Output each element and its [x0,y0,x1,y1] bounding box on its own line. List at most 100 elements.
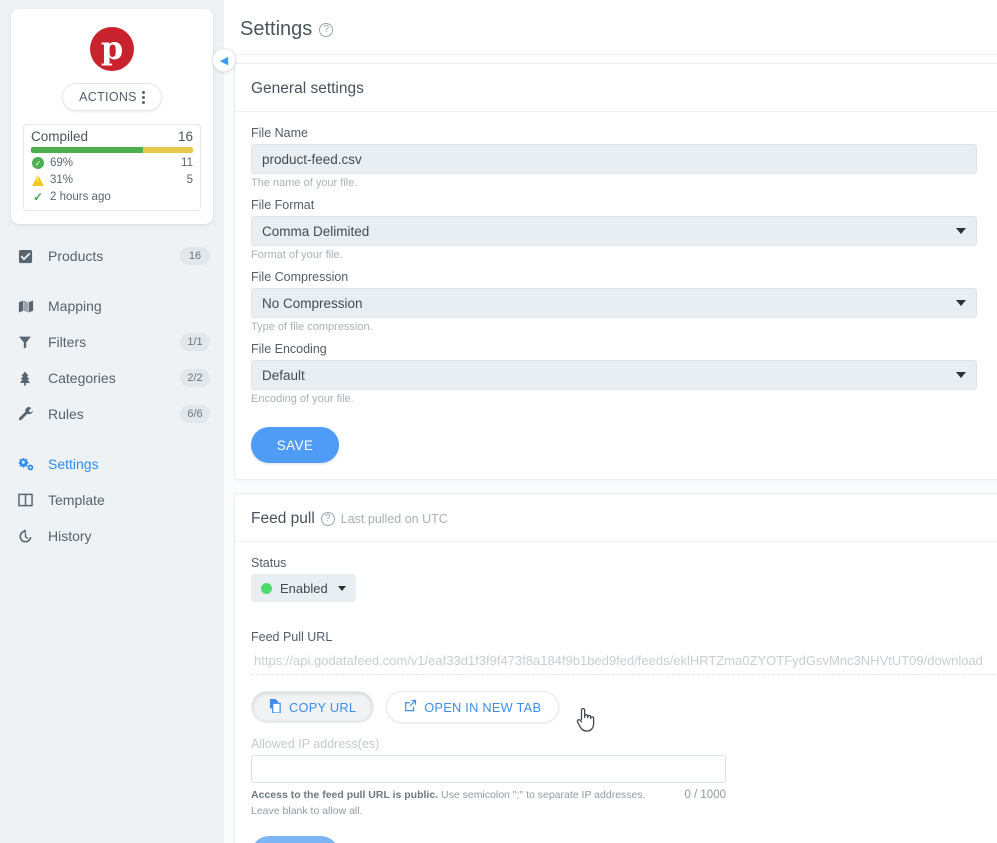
stat-warning-pct: 31% [50,174,187,186]
question-mark-icon[interactable]: ? [319,23,333,37]
sidebar-item-label: Categories [40,370,180,386]
field-label: File Name [251,126,997,140]
sidebar-item-label: Mapping [40,298,210,314]
progress-segment-warning [143,147,193,153]
compiled-stats-box: Compiled 16 ✓ 69% 11 31% 5 [23,124,201,211]
feed-pull-url-label: Feed Pull URL [251,630,997,644]
template-icon [18,493,40,507]
save-button[interactable]: SAVE [251,427,339,463]
sidebar-item-categories[interactable]: Categories 2/2 [0,360,224,396]
field-label: File Format [251,198,997,212]
feed-pull-button-row: COPY URL OPEN IN NEW TAB [251,691,997,723]
tree-icon [18,371,40,386]
copy-url-label: COPY URL [289,700,356,715]
sidebar-item-settings[interactable]: Settings [0,446,224,482]
compiled-progress-bar [31,147,193,153]
pinterest-logo: p [90,27,134,71]
field-file-compression: File Compression No Compression Type of … [251,270,997,333]
field-hint: Encoding of your file. [251,393,997,405]
field-label: File Encoding [251,342,997,356]
sidebar-item-label: History [40,528,210,544]
general-settings-title: General settings [235,80,997,111]
warning-triangle-icon [31,173,45,187]
sidebar-item-products[interactable]: Products 16 [0,238,224,274]
field-hint: The name of your file. [251,177,997,189]
chevron-down-icon [956,228,966,234]
field-file-format: File Format Comma Delimited Format of yo… [251,198,997,261]
stat-warning-count: 5 [187,174,193,186]
stat-row-success: ✓ 69% 11 [31,156,193,170]
feed-pull-header: Feed pull ? Last pulled on UTC [235,510,997,541]
chevron-left-icon: ◀ [220,54,228,67]
sidebar-collapse-button[interactable]: ◀ [212,48,236,72]
field-file-encoding: File Encoding Default Encoding of your f… [251,342,997,405]
check-icon: ✓ [31,190,45,204]
sidebar-item-history[interactable]: History [0,518,224,554]
field-label: File Compression [251,270,997,284]
allowed-ip-counter: 0 / 1000 [676,789,726,801]
status-indicator-dot [261,583,272,594]
general-settings-card: General settings File Name product-feed.… [234,63,997,480]
stat-success-pct: 69% [50,157,181,169]
sidebar-item-mapping[interactable]: Mapping [0,288,224,324]
file-name-value: product-feed.csv [262,152,362,167]
chevron-down-icon [956,372,966,378]
external-link-icon [404,699,417,715]
map-icon [18,299,40,314]
open-in-new-tab-label: OPEN IN NEW TAB [424,700,541,715]
kebab-menu-icon [142,91,145,104]
main-content: Settings ? General settings File Name pr… [224,0,997,843]
allowed-ip-note: Access to the feed pull URL is public. U… [251,788,676,820]
sidebar-badge-filters: 1/1 [180,333,210,351]
stat-timestamp: 2 hours ago [50,191,193,203]
status-value: Enabled [280,581,328,596]
allowed-ip-note-bold: Access to the feed pull URL is public. [251,789,438,801]
copy-icon [269,699,282,716]
file-encoding-select[interactable]: Default [251,360,977,390]
profile-card: p ACTIONS Compiled 16 ✓ 69% [11,9,213,224]
sidebar-item-label: Template [40,492,210,508]
feed-pull-save-button[interactable] [251,836,339,843]
checkbox-icon [18,249,40,264]
sidebar-item-label: Settings [40,456,210,472]
open-in-new-tab-button[interactable]: OPEN IN NEW TAB [386,691,559,723]
feed-pull-card: Feed pull ? Last pulled on UTC Status En… [234,493,997,843]
progress-segment-success [31,147,143,153]
sidebar-badge-categories: 2/2 [180,369,210,387]
nav-spacer [0,274,224,288]
feed-pull-url-value[interactable]: https://api.godatafeed.com/v1/eaf33d1f3f… [251,648,997,675]
filter-icon [18,335,40,349]
pinterest-logo-glyph: p [101,32,123,64]
file-name-input[interactable]: product-feed.csv [251,144,977,174]
compiled-stats-header: Compiled 16 [31,129,193,144]
file-format-select[interactable]: Comma Delimited [251,216,977,246]
sidebar-item-rules[interactable]: Rules 6/6 [0,396,224,432]
settings-scroll-area[interactable]: General settings File Name product-feed.… [224,63,997,843]
gears-icon [18,457,40,472]
sidebar-badge-products: 16 [180,247,210,265]
sidebar-item-label: Products [40,248,180,264]
page-header: Settings ? [224,0,997,41]
stat-row-warning: 31% 5 [31,173,193,187]
app-root: p ACTIONS Compiled 16 ✓ 69% [0,0,997,843]
file-compression-select[interactable]: No Compression [251,288,977,318]
last-pulled-note: Last pulled on UTC [341,512,448,526]
copy-url-button[interactable]: COPY URL [251,691,374,723]
chevron-down-icon [956,300,966,306]
page-title: Settings [240,18,312,41]
sidebar-item-template[interactable]: Template [0,482,224,518]
logo-wrap: p [23,23,201,75]
sidebar-item-label: Filters [40,334,180,350]
question-mark-icon[interactable]: ? [321,512,335,526]
general-settings-body: File Name product-feed.csv The name of y… [235,112,997,479]
actions-button[interactable]: ACTIONS [62,83,162,111]
sidebar-badge-rules: 6/6 [180,405,210,423]
status-dropdown[interactable]: Enabled [251,574,356,602]
file-format-value: Comma Delimited [262,224,369,239]
nav-spacer [0,432,224,446]
header-divider [224,54,997,55]
compiled-total: 16 [178,129,193,144]
field-hint: Type of file compression. [251,321,997,333]
allowed-ip-input[interactable] [251,755,726,783]
sidebar-item-filters[interactable]: Filters 1/1 [0,324,224,360]
